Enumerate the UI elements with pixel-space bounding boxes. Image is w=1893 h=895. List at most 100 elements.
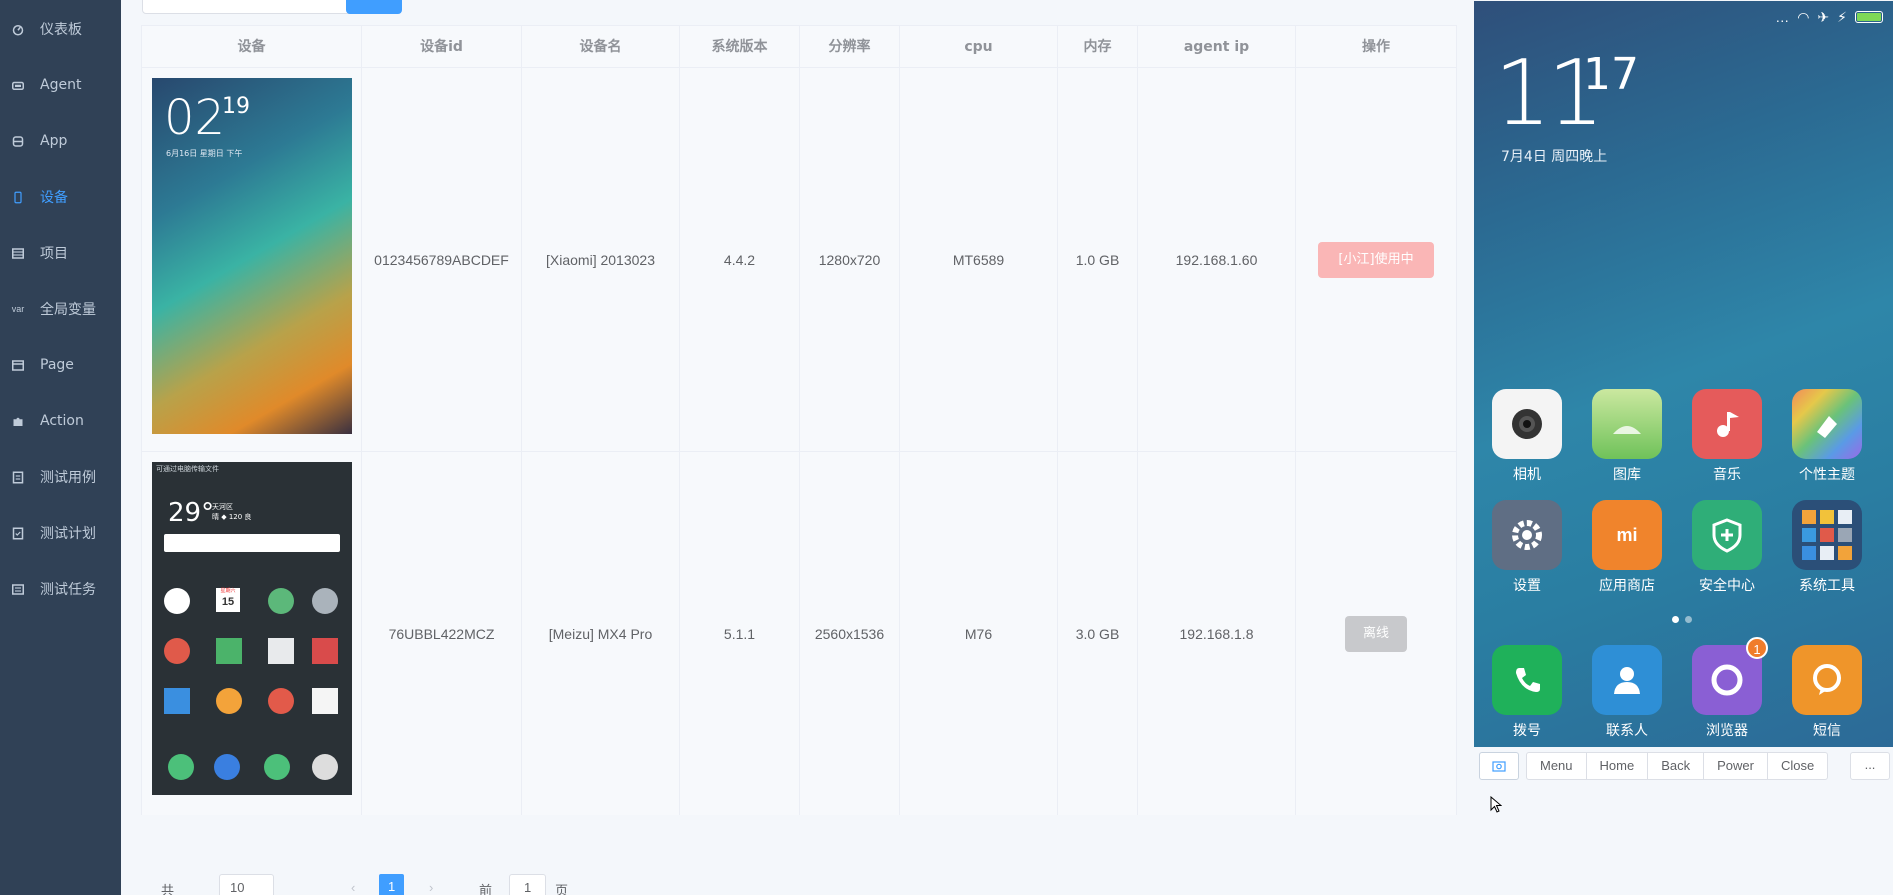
- sidebar-item-label: 全局变量: [40, 302, 96, 318]
- prev-page-icon[interactable]: ‹: [351, 880, 355, 895]
- sidebar-item-global-vars[interactable]: var 全局变量: [0, 289, 121, 329]
- device-table: 设备 设备id 设备名 系统版本 分辨率 cpu 内存 agent ip 操作 …: [141, 25, 1457, 815]
- sidebar-item-app[interactable]: App: [0, 121, 121, 161]
- agent-ip: 192.168.1.60: [1138, 68, 1296, 451]
- column-header: 设备: [142, 26, 362, 69]
- store-icon: mi: [1592, 500, 1662, 570]
- device-name: [Meizu] MX4 Pro: [522, 452, 680, 815]
- action-cell: 离线: [1296, 452, 1457, 815]
- sidebar-item-testplan[interactable]: 测试计划: [0, 513, 121, 553]
- more-button[interactable]: ...: [1850, 752, 1890, 780]
- app-label: 应用商店: [1599, 578, 1655, 594]
- app-label: 音乐: [1713, 467, 1741, 483]
- thumb-settings-icon: [312, 588, 338, 614]
- testcase-icon: [12, 471, 24, 483]
- search-input[interactable]: [142, 0, 362, 14]
- device-id: 0123456789ABCDEF: [362, 68, 522, 451]
- app-sms[interactable]: 短信: [1791, 645, 1863, 740]
- sidebar-item-label: 设备: [40, 190, 68, 206]
- app-store[interactable]: mi 应用商店: [1591, 500, 1663, 595]
- sidebar-item-testcase[interactable]: 测试用例: [0, 457, 121, 497]
- device-live-screen[interactable]: … ◠ ✈ ⚡ 11 17 7月4日 周四晚上 相机 图库 音乐 个性主题 设置…: [1474, 1, 1893, 747]
- phone-status-bar: … ◠ ✈ ⚡: [1775, 7, 1883, 27]
- page-size-select[interactable]: 10条/页: [219, 874, 274, 895]
- phone-clock-minute: 17: [1583, 49, 1639, 100]
- device-offline-button[interactable]: 离线: [1344, 615, 1407, 652]
- page-number[interactable]: 1: [379, 874, 405, 895]
- app-tools[interactable]: 系统工具: [1791, 500, 1863, 595]
- sidebar-item-action[interactable]: Action: [0, 401, 121, 441]
- close-button[interactable]: Close: [1768, 753, 1827, 779]
- back-key-button[interactable]: Back: [1648, 753, 1705, 779]
- sidebar-item-testtask[interactable]: 测试任务: [0, 569, 121, 609]
- app-label: 设置: [1513, 578, 1541, 594]
- app-label: 图库: [1613, 467, 1641, 483]
- action-cell: [小江]使用中: [1296, 68, 1457, 451]
- pagination-total: 共 2 条: [161, 883, 175, 895]
- goto-prefix: 前往: [479, 883, 493, 895]
- tools-icon: [1792, 500, 1862, 570]
- app-label: 安全中心: [1699, 578, 1755, 594]
- thumb-notice: 可通过电脑传输文件: [156, 465, 219, 473]
- resolution: 2560x1536: [800, 452, 900, 815]
- app-dialer[interactable]: 拨号: [1491, 645, 1563, 740]
- thumb-life-icon: [268, 688, 294, 714]
- sidebar-item-label: Action: [40, 413, 84, 429]
- sidebar-item-label: Page: [40, 357, 74, 373]
- screenshot-button[interactable]: [1479, 752, 1519, 780]
- app-browser[interactable]: 1 浏览器: [1691, 637, 1768, 740]
- agent-icon: [12, 79, 24, 91]
- thumb-camera-icon: [312, 754, 338, 780]
- thumb-dial-icon: [168, 754, 194, 780]
- table-row[interactable]: 02 19 6月16日 星期日 下午 0123456789ABCDEF [Xia…: [142, 68, 1457, 452]
- sidebar-item-device[interactable]: 设备: [0, 177, 121, 217]
- testplan-icon: [12, 527, 24, 539]
- device-screenshot[interactable]: 02 19 6月16日 星期日 下午: [152, 78, 352, 434]
- next-page-icon[interactable]: ›: [429, 880, 433, 895]
- thumb-temperature: 29°: [168, 498, 215, 528]
- sidebar-item-project[interactable]: 项目: [0, 233, 121, 273]
- table-row[interactable]: 可通过电脑传输文件 29° 天河区 晴 ◆ 120 良 星期六 15 76UBB…: [142, 452, 1457, 815]
- sms-icon: [1792, 645, 1862, 715]
- gallery-icon: [1592, 389, 1662, 459]
- thumb-message-icon: [264, 754, 290, 780]
- thumb-clock-minute: 19: [222, 94, 250, 119]
- notification-badge: 1: [1746, 637, 1768, 659]
- column-header: 操作: [1296, 26, 1457, 69]
- app-music[interactable]: 音乐: [1691, 389, 1763, 484]
- app-security[interactable]: 安全中心: [1691, 500, 1763, 595]
- resolution: 1280x720: [800, 68, 900, 451]
- app-contacts[interactable]: 联系人: [1591, 645, 1663, 740]
- sidebar-item-agent[interactable]: Agent: [0, 65, 121, 105]
- sidebar-item-page[interactable]: Page: [0, 345, 121, 385]
- cpu: M76: [900, 452, 1058, 815]
- memory: 3.0 GB: [1058, 452, 1138, 815]
- sidebar-item-label: 测试用例: [40, 470, 96, 486]
- device-screenshot[interactable]: 可通过电脑传输文件 29° 天河区 晴 ◆ 120 良 星期六 15: [152, 462, 352, 795]
- app-label: 个性主题: [1799, 467, 1855, 483]
- column-header: cpu: [900, 26, 1058, 69]
- goto-page-input[interactable]: 1: [509, 874, 547, 895]
- app-settings[interactable]: 设置: [1491, 500, 1563, 595]
- column-header: 内存: [1058, 26, 1138, 69]
- var-icon: var: [11, 304, 25, 314]
- menu-key-button[interactable]: Menu: [1527, 753, 1587, 779]
- sidebar-item-label: 测试任务: [40, 582, 96, 598]
- table-header: 设备 设备id 设备名 系统版本 分辨率 cpu 内存 agent ip 操作: [142, 25, 1457, 69]
- app-label: 相机: [1513, 467, 1541, 483]
- camera-icon: [1492, 389, 1562, 459]
- contacts-icon: [1592, 645, 1662, 715]
- search-button[interactable]: [346, 0, 402, 14]
- app-gallery[interactable]: 图库: [1591, 389, 1663, 484]
- power-key-button[interactable]: Power: [1704, 753, 1768, 779]
- thumb-calendar-icon: 星期六 15: [216, 588, 240, 612]
- app-camera[interactable]: 相机: [1491, 389, 1563, 484]
- sidebar-item-dashboard[interactable]: 仪表板: [0, 9, 121, 49]
- device-name: [Xiaomi] 2013023: [522, 68, 680, 451]
- theme-icon: [1792, 389, 1862, 459]
- home-key-button[interactable]: Home: [1587, 753, 1649, 779]
- device-in-use-button[interactable]: [小江]使用中: [1318, 241, 1434, 278]
- app-theme[interactable]: 个性主题: [1791, 389, 1863, 484]
- wifi-icon: ◠: [1797, 8, 1810, 25]
- app-label: 系统工具: [1799, 578, 1855, 594]
